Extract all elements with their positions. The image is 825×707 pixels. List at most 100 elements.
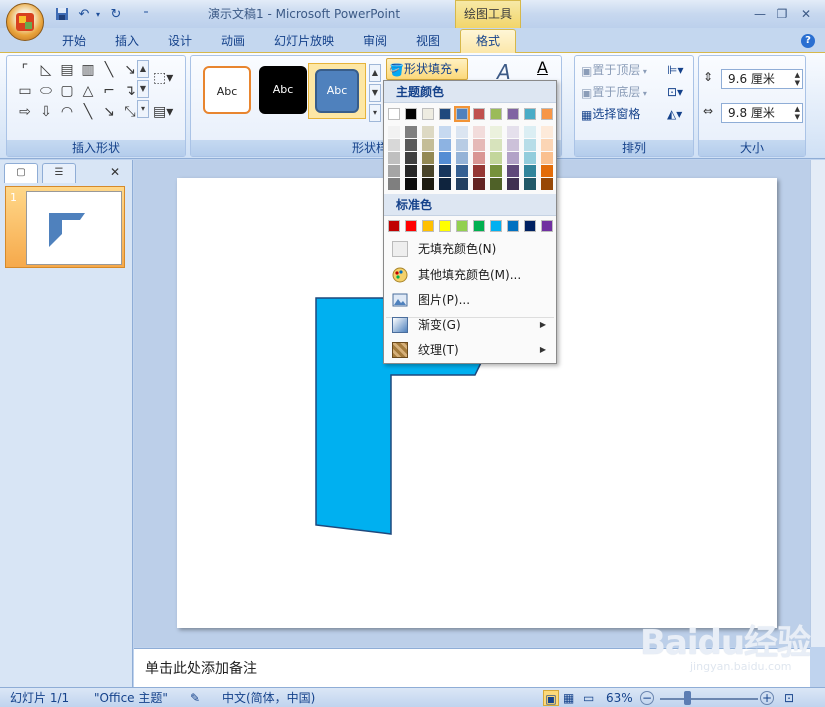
styles-scroll-down-icon[interactable]: ▼ — [369, 84, 381, 102]
right-arrow-icon[interactable]: ⇨ — [15, 102, 35, 122]
bring-to-front-button[interactable]: ▣ 置于顶层 ▾ — [581, 60, 647, 80]
rounded-rectangle-icon[interactable]: ▢ — [57, 81, 77, 101]
tab-review[interactable]: 审阅 — [355, 31, 395, 51]
tab-view[interactable]: 视图 — [408, 31, 448, 51]
theme-shade-swatch[interactable] — [473, 178, 485, 190]
tab-format[interactable]: 格式 — [460, 29, 516, 53]
theme-shade-swatch[interactable] — [507, 165, 519, 177]
right-triangle-icon[interactable]: ◺ — [36, 60, 56, 80]
elbow-connector-2-icon[interactable]: ⌐ — [99, 81, 119, 101]
standard-color-swatch[interactable] — [507, 220, 519, 232]
vertical-textbox-icon[interactable]: ▥ — [78, 60, 98, 80]
theme-color-swatch[interactable] — [422, 108, 434, 120]
theme-shade-swatch[interactable] — [541, 165, 553, 177]
shapes-scroll-up-icon[interactable]: ▲ — [137, 60, 149, 78]
zoom-slider-track[interactable] — [660, 698, 758, 700]
shape-style-blue[interactable]: Abc — [315, 69, 359, 113]
theme-shade-swatch[interactable] — [507, 152, 519, 164]
height-input[interactable]: 9.6 厘米 ▲ ▼ — [721, 69, 803, 89]
theme-shade-swatch[interactable] — [439, 165, 451, 177]
send-to-back-button[interactable]: ▣ 置于底层 ▾ — [581, 82, 647, 102]
spellcheck-icon[interactable]: ✎ — [190, 690, 200, 706]
tab-home[interactable]: 开始 — [54, 31, 94, 51]
office-button[interactable] — [6, 3, 44, 41]
rectangle-icon[interactable]: ▭ — [15, 81, 35, 101]
theme-color-swatch[interactable] — [541, 108, 553, 120]
theme-shade-swatch[interactable] — [439, 152, 451, 164]
undo-icon[interactable]: ↶ — [76, 5, 92, 23]
shape-fill-button[interactable]: 🪣形状填充 ▾ — [386, 58, 468, 80]
picture-fill-item[interactable]: 图片(P)... — [386, 288, 554, 312]
zoom-out-icon[interactable]: − — [640, 691, 654, 705]
text-fill-icon[interactable]: A — [537, 58, 548, 77]
tab-slideshow[interactable]: 幻灯片放映 — [266, 31, 342, 51]
theme-shade-swatch[interactable] — [405, 178, 417, 190]
theme-shade-swatch[interactable] — [456, 152, 468, 164]
styles-scroll-up-icon[interactable]: ▲ — [369, 64, 381, 82]
no-fill-item[interactable]: 无填充颜色(N) — [386, 237, 554, 261]
tab-outline[interactable]: ☰ — [42, 163, 76, 183]
slide-thumbnail-selected[interactable]: 1 — [5, 186, 125, 268]
theme-shade-swatch[interactable] — [490, 165, 502, 177]
theme-shade-swatch[interactable] — [507, 139, 519, 151]
theme-color-swatch[interactable] — [405, 108, 417, 120]
standard-color-swatch[interactable] — [541, 220, 553, 232]
zoom-in-icon[interactable]: + — [760, 691, 774, 705]
theme-shade-swatch[interactable] — [388, 152, 400, 164]
close-icon[interactable]: ✕ — [795, 6, 817, 22]
theme-shade-swatch[interactable] — [422, 152, 434, 164]
theme-shade-swatch[interactable] — [490, 126, 502, 138]
styles-more-icon[interactable]: ▾ — [369, 104, 381, 122]
standard-color-swatch[interactable] — [456, 220, 468, 232]
tab-insert[interactable]: 插入 — [107, 31, 147, 51]
standard-color-swatch[interactable] — [388, 220, 400, 232]
tab-animation[interactable]: 动画 — [213, 31, 253, 51]
theme-color-swatch[interactable] — [490, 108, 502, 120]
rotate-icon[interactable]: ◭▾ — [667, 104, 682, 124]
theme-shade-swatch[interactable] — [422, 165, 434, 177]
theme-shade-swatch[interactable] — [473, 126, 485, 138]
shape-style-selected-frame[interactable]: Abc — [308, 63, 366, 119]
triangle-icon[interactable]: △ — [78, 81, 98, 101]
standard-color-swatch[interactable] — [422, 220, 434, 232]
zoom-slider-thumb[interactable] — [684, 691, 691, 705]
theme-shade-swatch[interactable] — [473, 165, 485, 177]
more-fill-colors-item[interactable]: 其他填充颜色(M)... — [386, 263, 554, 287]
standard-color-swatch[interactable] — [524, 220, 536, 232]
theme-shade-swatch[interactable] — [524, 178, 536, 190]
textbox-icon[interactable]: ▤ — [57, 60, 77, 80]
group-icon[interactable]: ⊡▾ — [667, 82, 683, 102]
help-icon[interactable]: ? — [801, 34, 815, 48]
close-panel-icon[interactable]: ✕ — [110, 165, 120, 179]
texture-fill-item[interactable]: 纹理(T) ▶ — [386, 338, 554, 362]
down-arrow-icon[interactable]: ⇩ — [36, 102, 56, 122]
theme-shade-swatch[interactable] — [456, 165, 468, 177]
theme-shade-swatch[interactable] — [439, 139, 451, 151]
textbox-dropdown-icon[interactable]: ▤▾ — [153, 104, 173, 120]
vertical-scrollbar[interactable] — [810, 160, 825, 647]
theme-color-swatch[interactable] — [454, 106, 470, 122]
redo-icon[interactable]: ↻ — [108, 5, 124, 23]
zoom-level[interactable]: 63% — [606, 690, 633, 706]
theme-shade-swatch[interactable] — [405, 165, 417, 177]
theme-color-swatch[interactable] — [473, 108, 485, 120]
tab-slides[interactable]: ▢ — [4, 163, 38, 183]
gradient-fill-item[interactable]: 渐变(G) ▶ — [386, 313, 554, 337]
theme-shade-swatch[interactable] — [473, 139, 485, 151]
theme-shade-swatch[interactable] — [524, 165, 536, 177]
align-icon[interactable]: ⊫▾ — [667, 60, 683, 80]
theme-shade-swatch[interactable] — [541, 178, 553, 190]
theme-color-swatch[interactable] — [507, 108, 519, 120]
theme-shade-swatch[interactable] — [541, 152, 553, 164]
selection-pane-button[interactable]: ▦ 选择窗格 — [581, 104, 640, 124]
theme-shade-swatch[interactable] — [422, 126, 434, 138]
theme-shade-swatch[interactable] — [456, 126, 468, 138]
theme-shade-swatch[interactable] — [473, 152, 485, 164]
theme-shade-swatch[interactable] — [490, 178, 502, 190]
theme-color-swatch[interactable] — [524, 108, 536, 120]
line-icon[interactable]: ╲ — [99, 60, 119, 80]
theme-shade-swatch[interactable] — [524, 126, 536, 138]
theme-shade-swatch[interactable] — [507, 178, 519, 190]
theme-color-swatch[interactable] — [388, 108, 400, 120]
tab-design[interactable]: 设计 — [160, 31, 200, 51]
